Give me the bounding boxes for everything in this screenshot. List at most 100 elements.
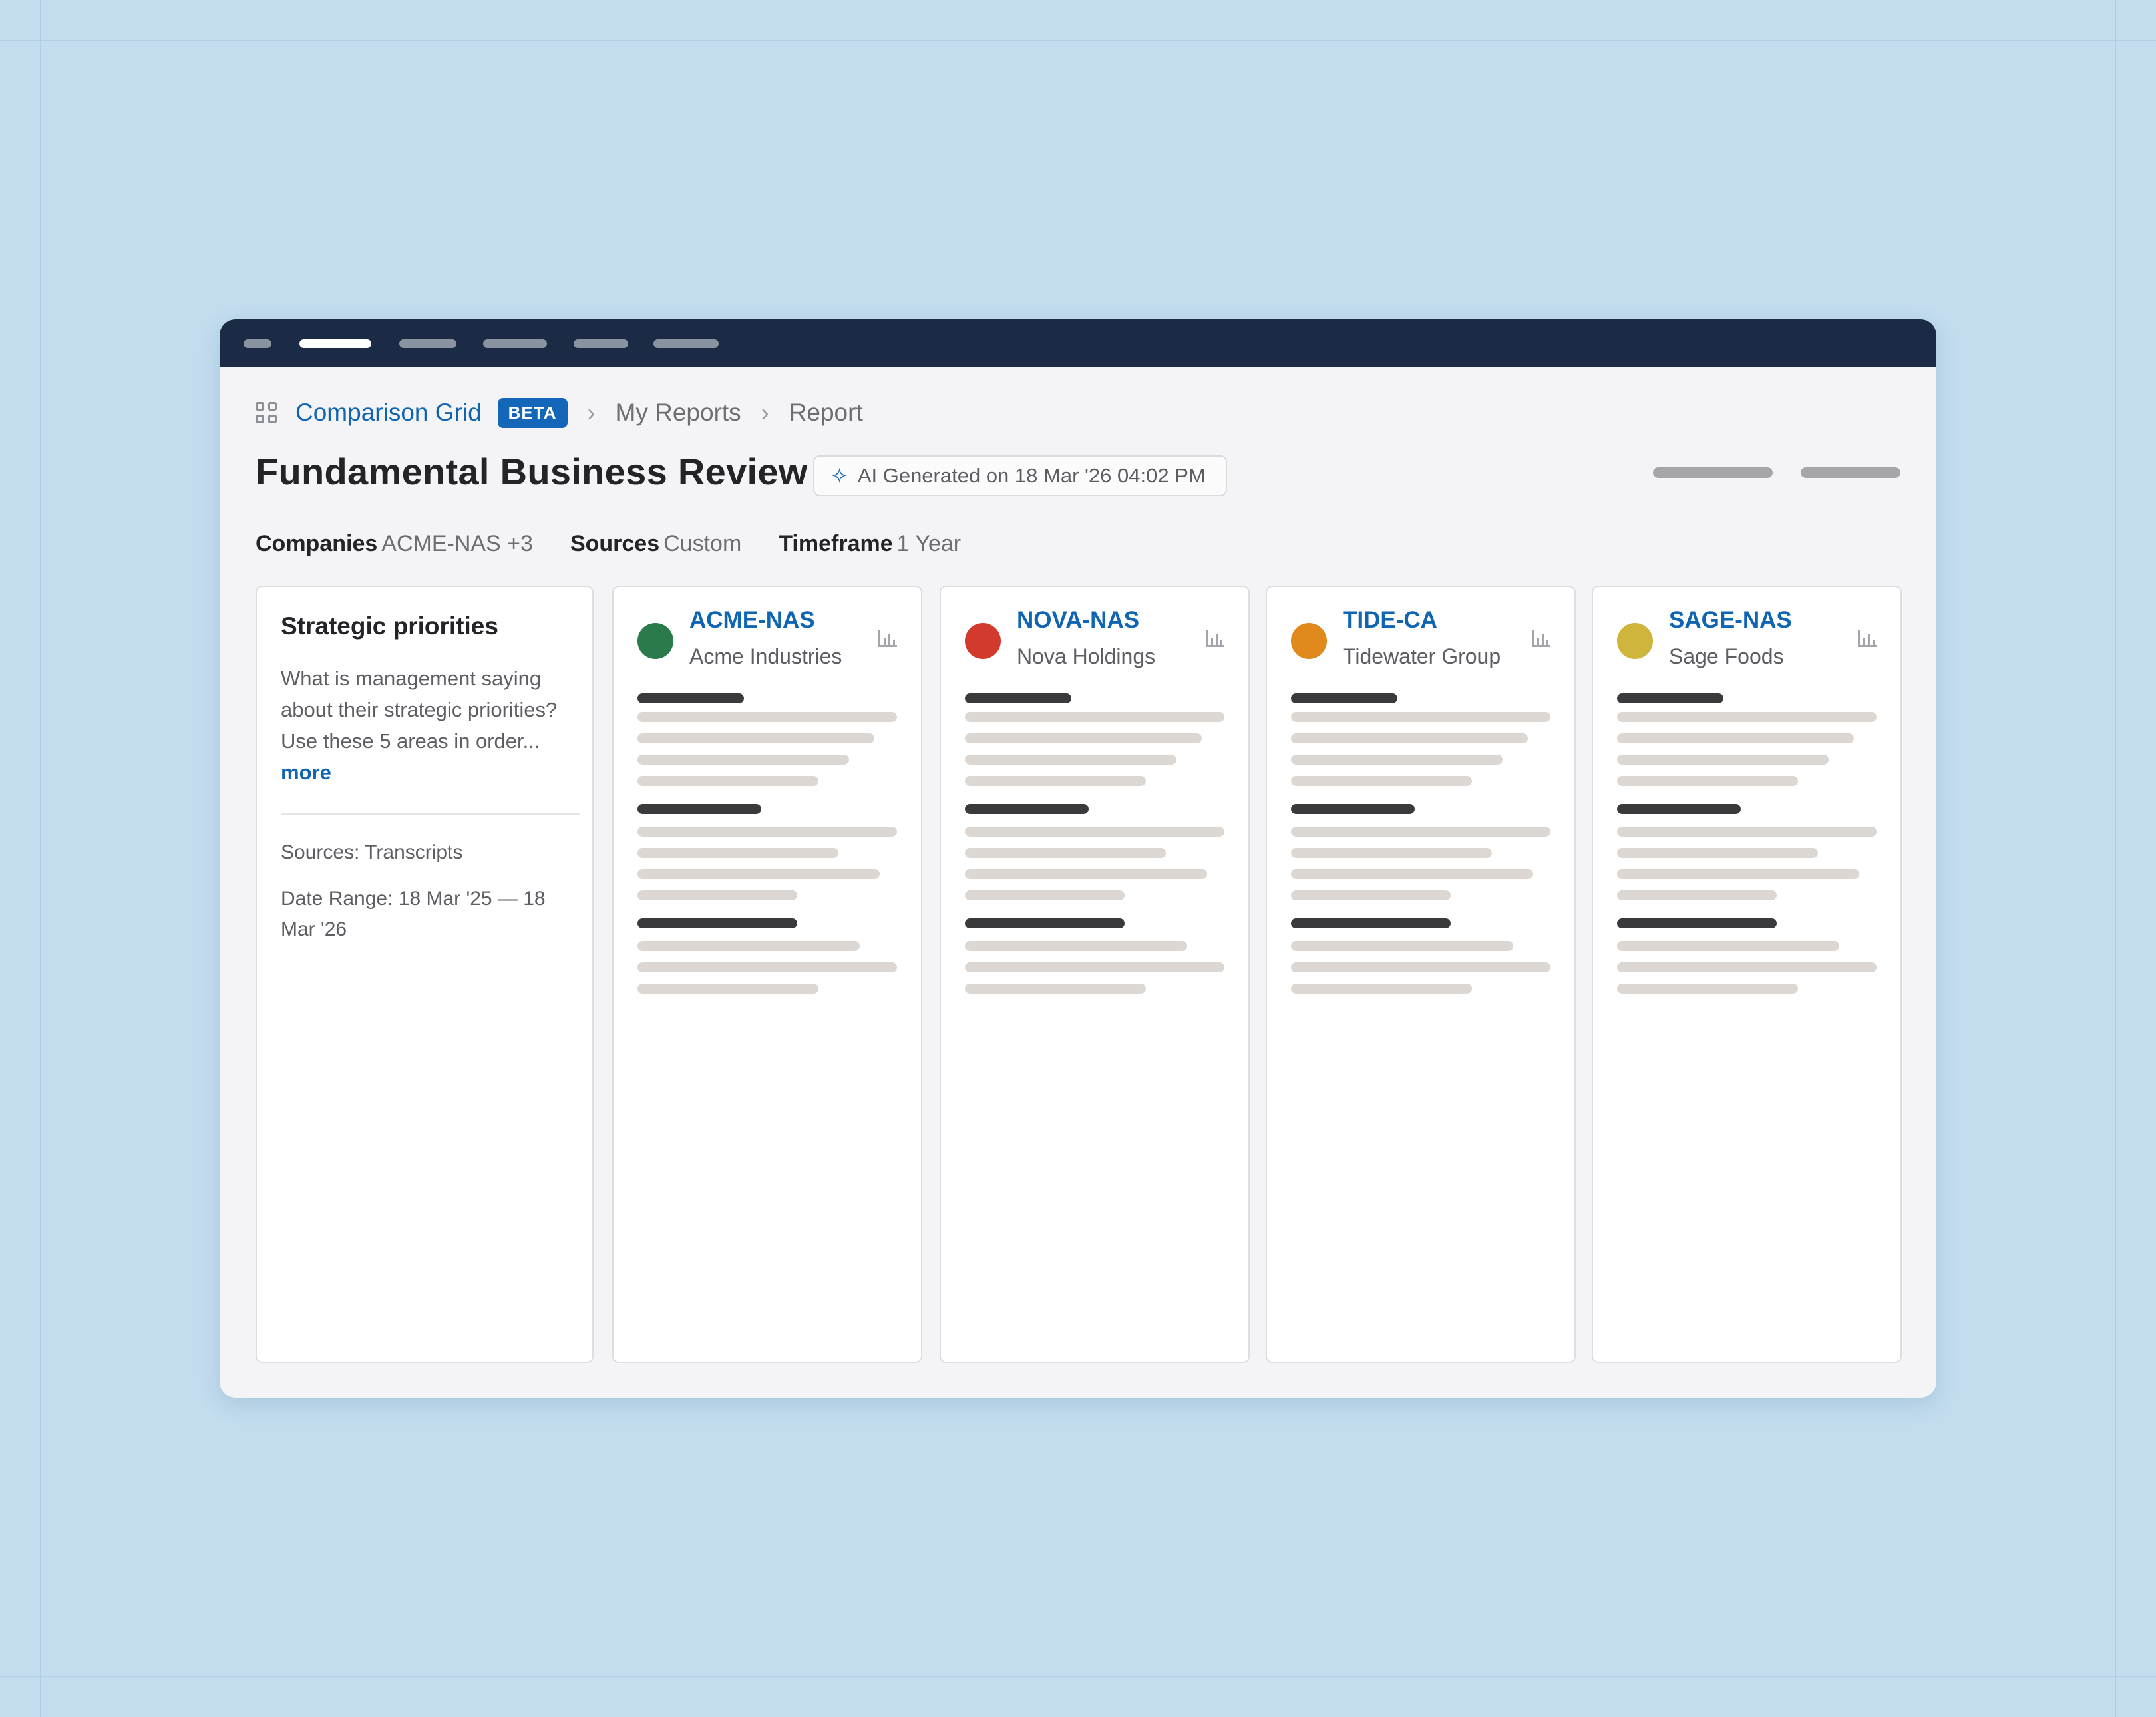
company-color-dot	[965, 623, 1001, 659]
summary-line-placeholder	[965, 890, 1125, 900]
company-ticker[interactable]: NOVA-NAS	[1017, 607, 1139, 634]
summary-line-placeholder	[1291, 941, 1513, 951]
company-ticker[interactable]: TIDE-CA	[1343, 607, 1437, 634]
summary-line-placeholder	[965, 755, 1176, 765]
page-title: Fundamental Business Review	[256, 451, 808, 492]
summary-line-placeholder	[1291, 890, 1451, 900]
summary-line-placeholder	[1617, 827, 1877, 837]
company-ticker[interactable]: SAGE-NAS	[1669, 607, 1792, 634]
question-date-range: Date Range: 18 Mar '25 — 18 Mar '26	[281, 888, 546, 940]
more-link[interactable]: more	[281, 761, 331, 784]
bar-chart-icon[interactable]	[1858, 630, 1877, 647]
tab-placeholder[interactable]	[483, 339, 547, 348]
summary-heading-placeholder	[1617, 918, 1777, 928]
filter-sources-label: Sources	[570, 531, 660, 556]
question-text: What is management saying about their st…	[281, 667, 558, 753]
tab-placeholder[interactable]	[574, 339, 628, 348]
summary-line-placeholder	[637, 712, 897, 722]
question-text-block: What is management saying about their st…	[281, 663, 574, 788]
summary-line-placeholder	[1291, 869, 1533, 879]
ai-generated-badge: ✧ AI Generated on 18 Mar '26 04:02 PM	[813, 455, 1227, 496]
summary-heading-placeholder	[637, 918, 797, 928]
summary-line-placeholder	[1617, 941, 1839, 951]
summary-line-placeholder	[637, 984, 818, 994]
summary-line-placeholder	[1617, 962, 1877, 972]
summary-line-placeholder	[1617, 984, 1798, 994]
action-button-placeholder[interactable]	[1801, 467, 1900, 478]
summary-line-placeholder	[1291, 776, 1472, 786]
summary-line-placeholder	[1617, 848, 1818, 858]
bar-chart-icon[interactable]	[1532, 630, 1550, 647]
summary-heading-placeholder	[965, 804, 1089, 814]
summary-line-placeholder	[965, 776, 1146, 786]
tab-placeholder[interactable]	[399, 339, 456, 348]
breadcrumb: Comparison Grid BETA › My Reports › Repo…	[256, 393, 863, 433]
summary-line-placeholder	[1291, 962, 1550, 972]
summary-heading-placeholder	[1291, 693, 1397, 703]
app-window: Comparison Grid BETA › My Reports › Repo…	[220, 319, 1936, 1398]
summary-line-placeholder	[1617, 869, 1859, 879]
summary-line-placeholder	[965, 984, 1146, 994]
beta-badge: BETA	[497, 397, 568, 428]
ai-generated-label: AI Generated on 18 Mar '26 04:02 PM	[857, 464, 1206, 487]
divider	[281, 813, 580, 815]
summary-line-placeholder	[1291, 712, 1550, 722]
company-name: Sage Foods	[1669, 644, 1784, 668]
guide-line-left	[40, 0, 41, 1717]
breadcrumb-report: Report	[789, 399, 863, 426]
tab-placeholder-active[interactable]	[299, 339, 371, 348]
company-color-dot	[1291, 623, 1327, 659]
filter-companies-value: ACME-NAS +3	[381, 531, 533, 556]
question-sources: Sources: Transcripts	[281, 841, 463, 863]
summary-line-placeholder	[965, 941, 1187, 951]
summary-line-placeholder	[1291, 755, 1503, 765]
summary-line-placeholder	[965, 733, 1202, 743]
sparkle-icon: ✧	[830, 464, 848, 488]
summary-line-placeholder	[965, 962, 1224, 972]
chevron-right-icon: ›	[587, 399, 596, 426]
summary-heading-placeholder	[1291, 804, 1415, 814]
summary-line-placeholder	[1617, 776, 1798, 786]
breadcrumb-my-reports[interactable]: My Reports	[616, 399, 741, 427]
company-color-dot	[637, 623, 673, 659]
summary-line-placeholder	[637, 848, 838, 858]
company-name: Tidewater Group	[1343, 644, 1501, 668]
filter-timeframe-value: 1 Year	[896, 531, 962, 556]
summary-heading-placeholder	[965, 918, 1125, 928]
summary-line-placeholder	[1291, 984, 1472, 994]
summary-line-placeholder	[1617, 733, 1854, 743]
summary-line-placeholder	[1291, 827, 1550, 837]
summary-line-placeholder	[637, 776, 818, 786]
summary-line-placeholder	[637, 827, 897, 837]
summary-line-placeholder	[637, 755, 849, 765]
bar-chart-icon[interactable]	[878, 630, 897, 647]
company-name: Acme Industries	[689, 644, 842, 668]
report-filters: Companies ACME-NAS +3 Sources Custom Timef…	[256, 531, 998, 557]
summary-line-placeholder	[1617, 755, 1829, 765]
filter-companies[interactable]: Companies ACME-NAS +3	[256, 531, 533, 557]
summary-line-placeholder	[965, 869, 1207, 879]
filter-timeframe[interactable]: Timeframe 1 Year	[779, 531, 961, 557]
company-card: TIDE-CA Tidewater Group	[1266, 586, 1576, 1363]
filter-sources[interactable]: Sources Custom	[570, 531, 741, 557]
filter-companies-label: Companies	[256, 531, 378, 556]
tab-placeholder[interactable]	[244, 339, 271, 348]
summary-line-placeholder	[637, 941, 860, 951]
summary-heading-placeholder	[965, 693, 1071, 703]
summary-line-placeholder	[1617, 890, 1777, 900]
summary-line-placeholder	[637, 890, 797, 900]
bar-chart-icon[interactable]	[1206, 630, 1224, 647]
summary-line-placeholder	[1291, 848, 1492, 858]
grid-icon	[256, 402, 277, 423]
summary-line-placeholder	[965, 712, 1224, 722]
action-button-placeholder[interactable]	[1653, 467, 1773, 478]
tab-placeholder[interactable]	[653, 339, 719, 348]
question-title: Strategic priorities	[281, 612, 498, 640]
company-color-dot	[1617, 623, 1653, 659]
browser-tab-bar	[220, 319, 1936, 367]
breadcrumb-comparison-grid[interactable]: Comparison Grid	[295, 399, 482, 427]
summary-line-placeholder	[965, 827, 1224, 837]
company-card: ACME-NAS Acme Industries	[612, 586, 922, 1363]
company-name: Nova Holdings	[1017, 644, 1156, 668]
company-ticker[interactable]: ACME-NAS	[689, 607, 815, 634]
